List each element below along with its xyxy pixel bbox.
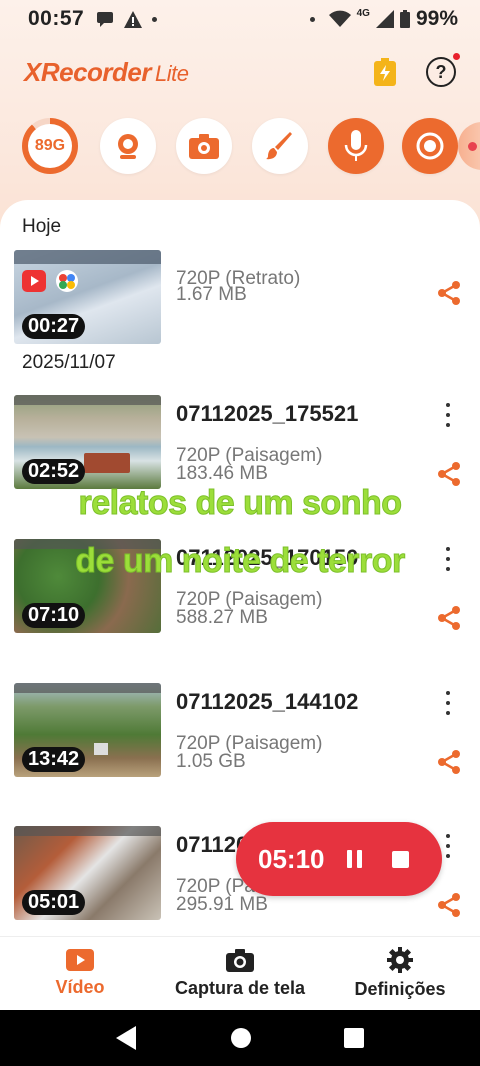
video-icon [66, 949, 94, 971]
brush-icon [266, 132, 292, 160]
video-duration: 13:42 [22, 747, 86, 772]
help-badge [453, 53, 460, 60]
storage-indicator[interactable]: 89G [22, 118, 78, 174]
app-bar: XRecorder Lite ? [24, 50, 460, 94]
nav-video[interactable]: Vídeo [0, 937, 160, 1010]
video-duration: 05:01 [22, 890, 86, 915]
share-icon[interactable] [436, 280, 462, 306]
record-button[interactable] [402, 118, 458, 174]
video-item[interactable]: 02:52 07112025_175521 720P (Paisagem) 18… [14, 395, 466, 493]
video-size: 1.67 MB [176, 284, 247, 305]
video-name: 07112025_175521 [176, 401, 359, 426]
facecam-icon [118, 134, 138, 159]
video-size: 295.91 MB [176, 894, 268, 915]
section-header-today: Hoje [22, 216, 62, 237]
share-app-icons [22, 270, 78, 292]
mic-button[interactable] [328, 118, 384, 174]
battery-boost-icon[interactable] [374, 58, 396, 86]
recording-timer: 05:10 [258, 843, 325, 874]
help-button[interactable]: ? [426, 53, 460, 87]
battery-level: 99% [415, 7, 458, 30]
app-logo: XRecorder Lite [24, 56, 189, 87]
video-thumbnail: 05:01 [14, 826, 161, 920]
screenshot-button[interactable] [176, 118, 232, 174]
video-name: 07112025_144102 [176, 689, 359, 714]
screenshot-icon [189, 134, 219, 159]
more-options-icon[interactable] [438, 403, 458, 427]
back-icon[interactable] [116, 1026, 138, 1050]
status-time: 00:57 [28, 7, 85, 30]
wifi-icon [328, 10, 351, 27]
share-icon[interactable] [436, 892, 462, 918]
gear-icon [387, 947, 413, 973]
overlay-caption-line-1: relatos de um sonho [78, 484, 403, 523]
home-icon[interactable] [230, 1027, 252, 1049]
signal-icon [375, 10, 394, 28]
record-icon [416, 132, 444, 160]
recents-icon[interactable] [344, 1028, 364, 1048]
section-header-date: 2025/11/07 [22, 352, 116, 373]
video-duration: 07:10 [22, 603, 86, 628]
status-dot [309, 16, 315, 22]
warning-icon [124, 10, 143, 28]
recording-control[interactable]: 05:10 [236, 822, 442, 896]
quick-tools: 89G [22, 118, 480, 178]
floating-bubble-dot [468, 142, 477, 151]
video-size: 1.05 GB [176, 751, 246, 772]
video-item[interactable]: 13:42 07112025_144102 720P (Paisagem) 1.… [14, 683, 466, 781]
more-options-icon[interactable] [438, 691, 458, 715]
brush-button[interactable] [252, 118, 308, 174]
share-icon[interactable] [436, 605, 462, 631]
more-notifications-dot [152, 16, 158, 22]
nav-screenshot[interactable]: Captura de tela [160, 937, 320, 1010]
stop-icon[interactable] [391, 850, 409, 868]
pause-icon[interactable] [346, 850, 362, 868]
video-size: 183.46 MB [176, 463, 268, 484]
video-duration: 02:52 [22, 459, 86, 484]
status-bar: 00:57 4G 99% [0, 0, 480, 38]
overlay-caption-line-2: de um noite de terror [75, 542, 406, 581]
video-thumbnail: 02:52 [14, 395, 161, 489]
network-type: 4G [356, 7, 370, 19]
floating-bubble[interactable] [458, 122, 480, 170]
share-icon[interactable] [436, 749, 462, 775]
bottom-navigation: Vídeo Captura de tela Definições [0, 936, 480, 1010]
facecam-button[interactable] [100, 118, 156, 174]
mic-icon [344, 130, 368, 161]
nav-settings[interactable]: Definições [320, 937, 480, 1010]
video-item[interactable]: 00:27 720P (Retrato) 1.67 MB [14, 250, 466, 348]
battery-icon [399, 10, 410, 28]
chat-notification-icon [97, 12, 114, 27]
camera-icon [226, 949, 254, 972]
video-size: 588.27 MB [176, 607, 268, 628]
system-navigation-bar [0, 1010, 480, 1066]
video-duration: 00:27 [22, 314, 86, 339]
video-thumbnail: 13:42 [14, 683, 161, 777]
video-thumbnail: 00:27 [14, 250, 161, 344]
